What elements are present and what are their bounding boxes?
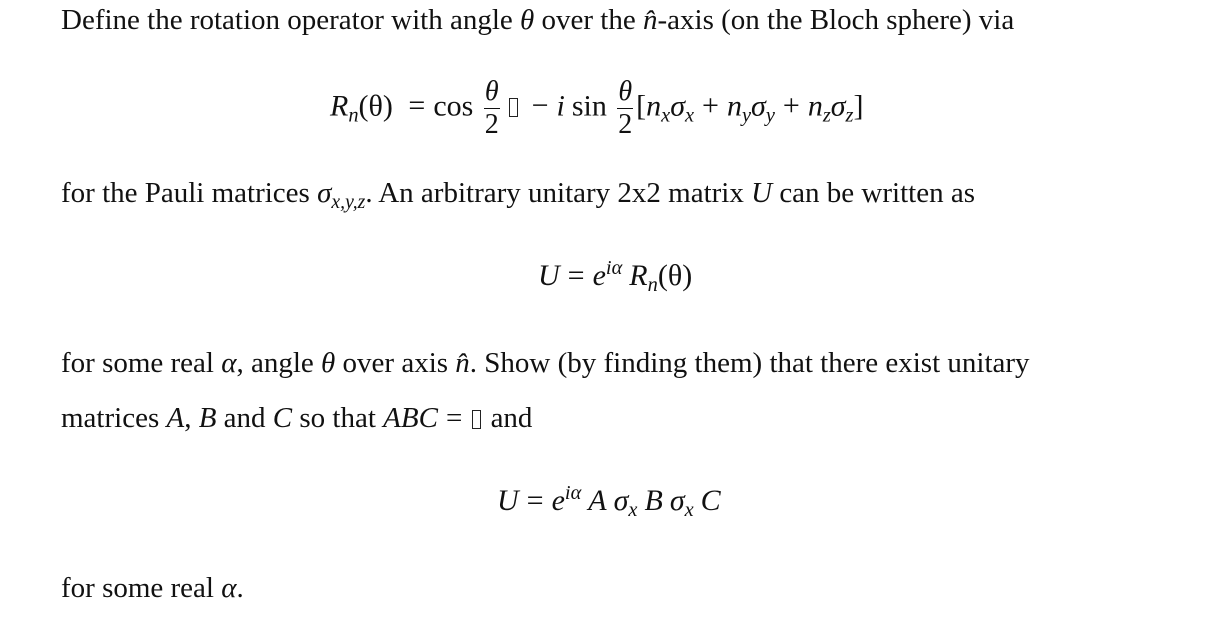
fraction-denominator: 2 (618, 109, 633, 140)
B-symbol: B (644, 484, 663, 517)
subscript-x: x (684, 499, 694, 522)
imaginary-unit: i (556, 89, 565, 123)
cos-function: cos (433, 89, 474, 123)
C-symbol: C (700, 484, 721, 517)
alpha-symbol: α (221, 347, 237, 379)
sin-function: sin (571, 89, 607, 123)
n-component: n (807, 89, 823, 123)
subscript-x: x (684, 104, 695, 127)
exponent: iα (605, 256, 623, 279)
n-hat-symbol: n̂ (642, 4, 658, 36)
sigma-symbol: σ (830, 89, 846, 123)
text: -axis (on the Bloch sphere) via (657, 4, 1015, 36)
sigma-symbol: σ (751, 89, 766, 123)
subscript-x: x (661, 104, 671, 127)
fraction-denominator: 2 (484, 109, 499, 140)
theta-symbol: θ (520, 4, 535, 36)
e-symbol: e (551, 484, 565, 517)
e-symbol: e (592, 259, 606, 292)
subscript-z: z (822, 104, 831, 127)
ABC-product: ABC (383, 402, 438, 434)
argument-theta: (θ) (657, 259, 693, 292)
equals-sign: = (408, 89, 426, 123)
text: and (483, 402, 533, 434)
equals-sign: = (526, 484, 544, 517)
n-hat-symbol: n̂ (455, 347, 470, 379)
theta-symbol: θ (321, 347, 336, 379)
document-page: Define the rotation operator with angle … (0, 0, 1229, 622)
abc-decomposition-equation: U = eiα Aσx Bσx C (497, 481, 721, 522)
C-symbol: C (272, 402, 293, 434)
text: for some real (61, 347, 222, 379)
exponent: iα (564, 481, 582, 504)
text: matrices (61, 402, 167, 434)
U-symbol: U (497, 484, 519, 517)
fraction-numerator: θ (483, 76, 500, 109)
rotation-operator-equation: Rn(θ) = cos θ 2− i sin θ 2 [nxσx + nyσy + nzσz] (330, 78, 863, 139)
argument-theta: (θ) (358, 89, 393, 123)
R-symbol: R (629, 259, 648, 292)
text: so that (292, 402, 384, 434)
pauli-paragraph: for the Pauli matrices σx,y,z. An arbitr… (61, 175, 975, 213)
subscript-n: n (348, 104, 359, 127)
sigma-symbol: σ (613, 484, 629, 517)
minus-sign: − (531, 89, 549, 123)
alpha-symbol: α (221, 572, 237, 604)
text: over the (534, 4, 643, 36)
sigma-symbol: σ (670, 89, 685, 123)
unitary-decomposition-equation: U = eiα Rn(θ) (538, 256, 693, 297)
U-symbol: U (538, 259, 560, 292)
text: . Show (by finding them) that there exis… (469, 347, 1030, 379)
n-component: n (646, 89, 662, 123)
text: and (216, 402, 273, 434)
text: for the Pauli matrices (61, 177, 318, 209)
plus-sign: + (702, 89, 719, 123)
text: can be written as (772, 177, 975, 209)
subscript-y: y (765, 104, 775, 127)
B-symbol: B (198, 402, 217, 434)
closing-paragraph: for some real α. (61, 570, 244, 606)
text: Define the rotation operator with angle (61, 4, 521, 36)
equals-sign: = (567, 259, 585, 292)
intro-paragraph: Define the rotation operator with angle … (61, 2, 1014, 38)
identity-matrix-icon (508, 98, 518, 118)
sigma-symbol: σ (669, 484, 685, 517)
n-component: n (726, 89, 742, 123)
A-symbol: A (588, 484, 607, 517)
fraction-numerator: θ (617, 76, 634, 109)
R-symbol: R (330, 89, 349, 123)
subscript-x: x (628, 499, 638, 522)
task-paragraph-line-1: for some real α, angle θ over axis n̂. S… (61, 345, 1030, 381)
task-paragraph-line-2: matrices A, B and C so that ABC = and (61, 400, 532, 436)
U-symbol: U (751, 177, 773, 209)
period: . (236, 572, 244, 604)
subscript-xyz: x,y,z (331, 190, 366, 213)
theta-over-2-fraction: θ2 (483, 76, 500, 140)
text: over axis (335, 347, 456, 379)
theta-over-2-fraction: θ2 (617, 76, 634, 140)
subscript-y: y (741, 104, 752, 127)
text: , angle (236, 347, 322, 379)
text: for some real (61, 572, 222, 604)
subscript-n: n (647, 274, 658, 297)
plus-sign: + (782, 89, 800, 123)
A-symbol: A (166, 402, 185, 434)
close-bracket: ] (853, 89, 864, 123)
text: . An arbitrary unitary 2x2 matrix (365, 177, 752, 209)
identity-matrix-icon (472, 410, 482, 429)
equals-sign: = (445, 402, 463, 434)
comma: , (184, 402, 199, 434)
open-bracket: [ (636, 89, 647, 123)
sigma-symbol: σ (317, 177, 332, 209)
